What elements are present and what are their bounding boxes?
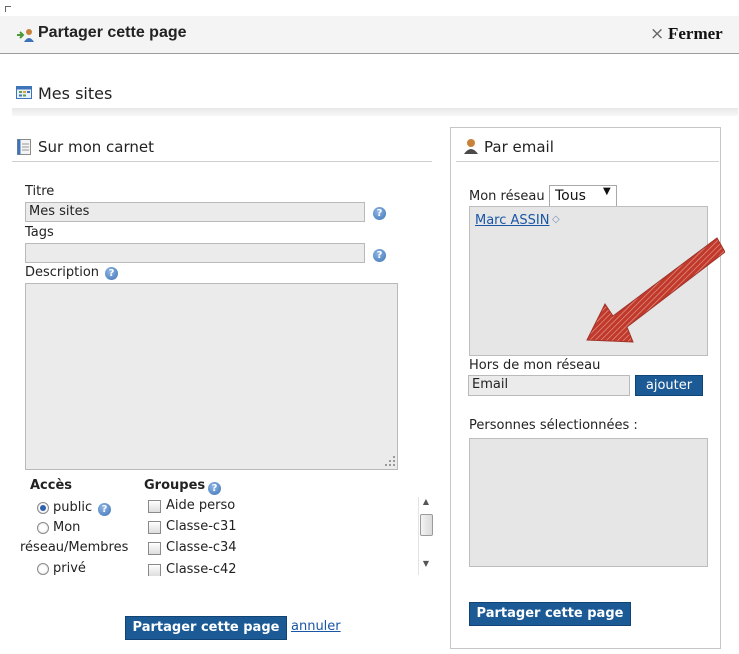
- close-button[interactable]: Fermer: [668, 24, 723, 44]
- scroll-down-icon[interactable]: ▼: [418, 559, 434, 573]
- person-icon: [463, 138, 479, 154]
- email-field[interactable]: Email: [468, 375, 630, 396]
- groupe-checkbox[interactable]: [148, 564, 161, 576]
- share-button-email[interactable]: Partager cette page: [469, 602, 631, 626]
- groupe-label: Classe-c31: [166, 519, 237, 534]
- help-icon[interactable]: ?: [208, 482, 221, 495]
- divider: [12, 161, 432, 162]
- scroll-up-icon[interactable]: ▲: [418, 497, 434, 511]
- groupes-label: Groupes: [144, 478, 206, 493]
- groupe-checkbox[interactable]: [148, 542, 161, 555]
- tags-label: Tags: [25, 225, 54, 240]
- sites-icon: [16, 86, 32, 99]
- contact-link[interactable]: Marc ASSIN: [475, 213, 549, 228]
- selected-label: Personnes sélectionnées :: [469, 418, 638, 433]
- radio-public-label: public: [53, 500, 93, 515]
- groupe-checkbox[interactable]: [148, 500, 161, 513]
- dialog-title: Partager cette page: [38, 24, 187, 41]
- titre-label: Titre: [25, 184, 55, 199]
- radio-reseau-label-2: réseau/Membres: [20, 540, 129, 555]
- help-icon[interactable]: ?: [373, 207, 386, 220]
- groupe-label: Classe-c34: [166, 540, 237, 555]
- radio-reseau-label: Mon: [53, 520, 81, 535]
- add-button[interactable]: ajouter: [635, 375, 703, 396]
- annotation-arrow-icon: [575, 230, 726, 360]
- section-title-email: Par email: [484, 138, 554, 156]
- acces-label: Accès: [30, 478, 73, 493]
- groupe-label: Aide perso: [166, 498, 236, 513]
- chevron-down-icon[interactable]: ▼: [603, 186, 611, 197]
- help-icon[interactable]: ?: [105, 267, 118, 280]
- titre-input[interactable]: Mes sites: [25, 202, 365, 222]
- description-textarea[interactable]: [25, 283, 398, 470]
- radio-reseau[interactable]: [37, 522, 49, 534]
- groupe-checkbox[interactable]: [148, 521, 161, 534]
- notebook-icon: [17, 139, 31, 155]
- outside-network-label: Hors de mon réseau: [469, 358, 601, 373]
- network-label: Mon réseau: [469, 189, 545, 204]
- add-contact-icon[interactable]: ◇: [552, 214, 560, 225]
- help-icon[interactable]: ?: [373, 249, 386, 262]
- section-title-carnet: Sur mon carnet: [38, 138, 154, 156]
- groupe-label: Classe-c42: [166, 562, 237, 576]
- page-title: Mes sites: [38, 84, 113, 103]
- scroll-thumb[interactable]: [420, 514, 433, 536]
- description-label: Description: [25, 265, 100, 280]
- share-icon: [16, 28, 36, 42]
- radio-public[interactable]: [37, 502, 49, 514]
- window-corner-mark: [5, 6, 11, 12]
- groupes-list: Aide perso Classe-c31 Classe-c34 Classe-…: [145, 496, 415, 576]
- radio-prive[interactable]: [37, 563, 49, 575]
- selected-people-list: [469, 438, 708, 567]
- radio-prive-label: privé: [53, 561, 86, 576]
- tags-input[interactable]: [25, 243, 365, 263]
- cancel-link[interactable]: annuler: [291, 619, 341, 634]
- resize-grip-icon[interactable]: [384, 455, 396, 467]
- divider: [456, 161, 719, 162]
- close-icon[interactable]: ×: [650, 24, 664, 44]
- share-button-carnet[interactable]: Partager cette page: [125, 616, 287, 640]
- help-icon[interactable]: ?: [98, 503, 111, 516]
- divider: [12, 108, 738, 116]
